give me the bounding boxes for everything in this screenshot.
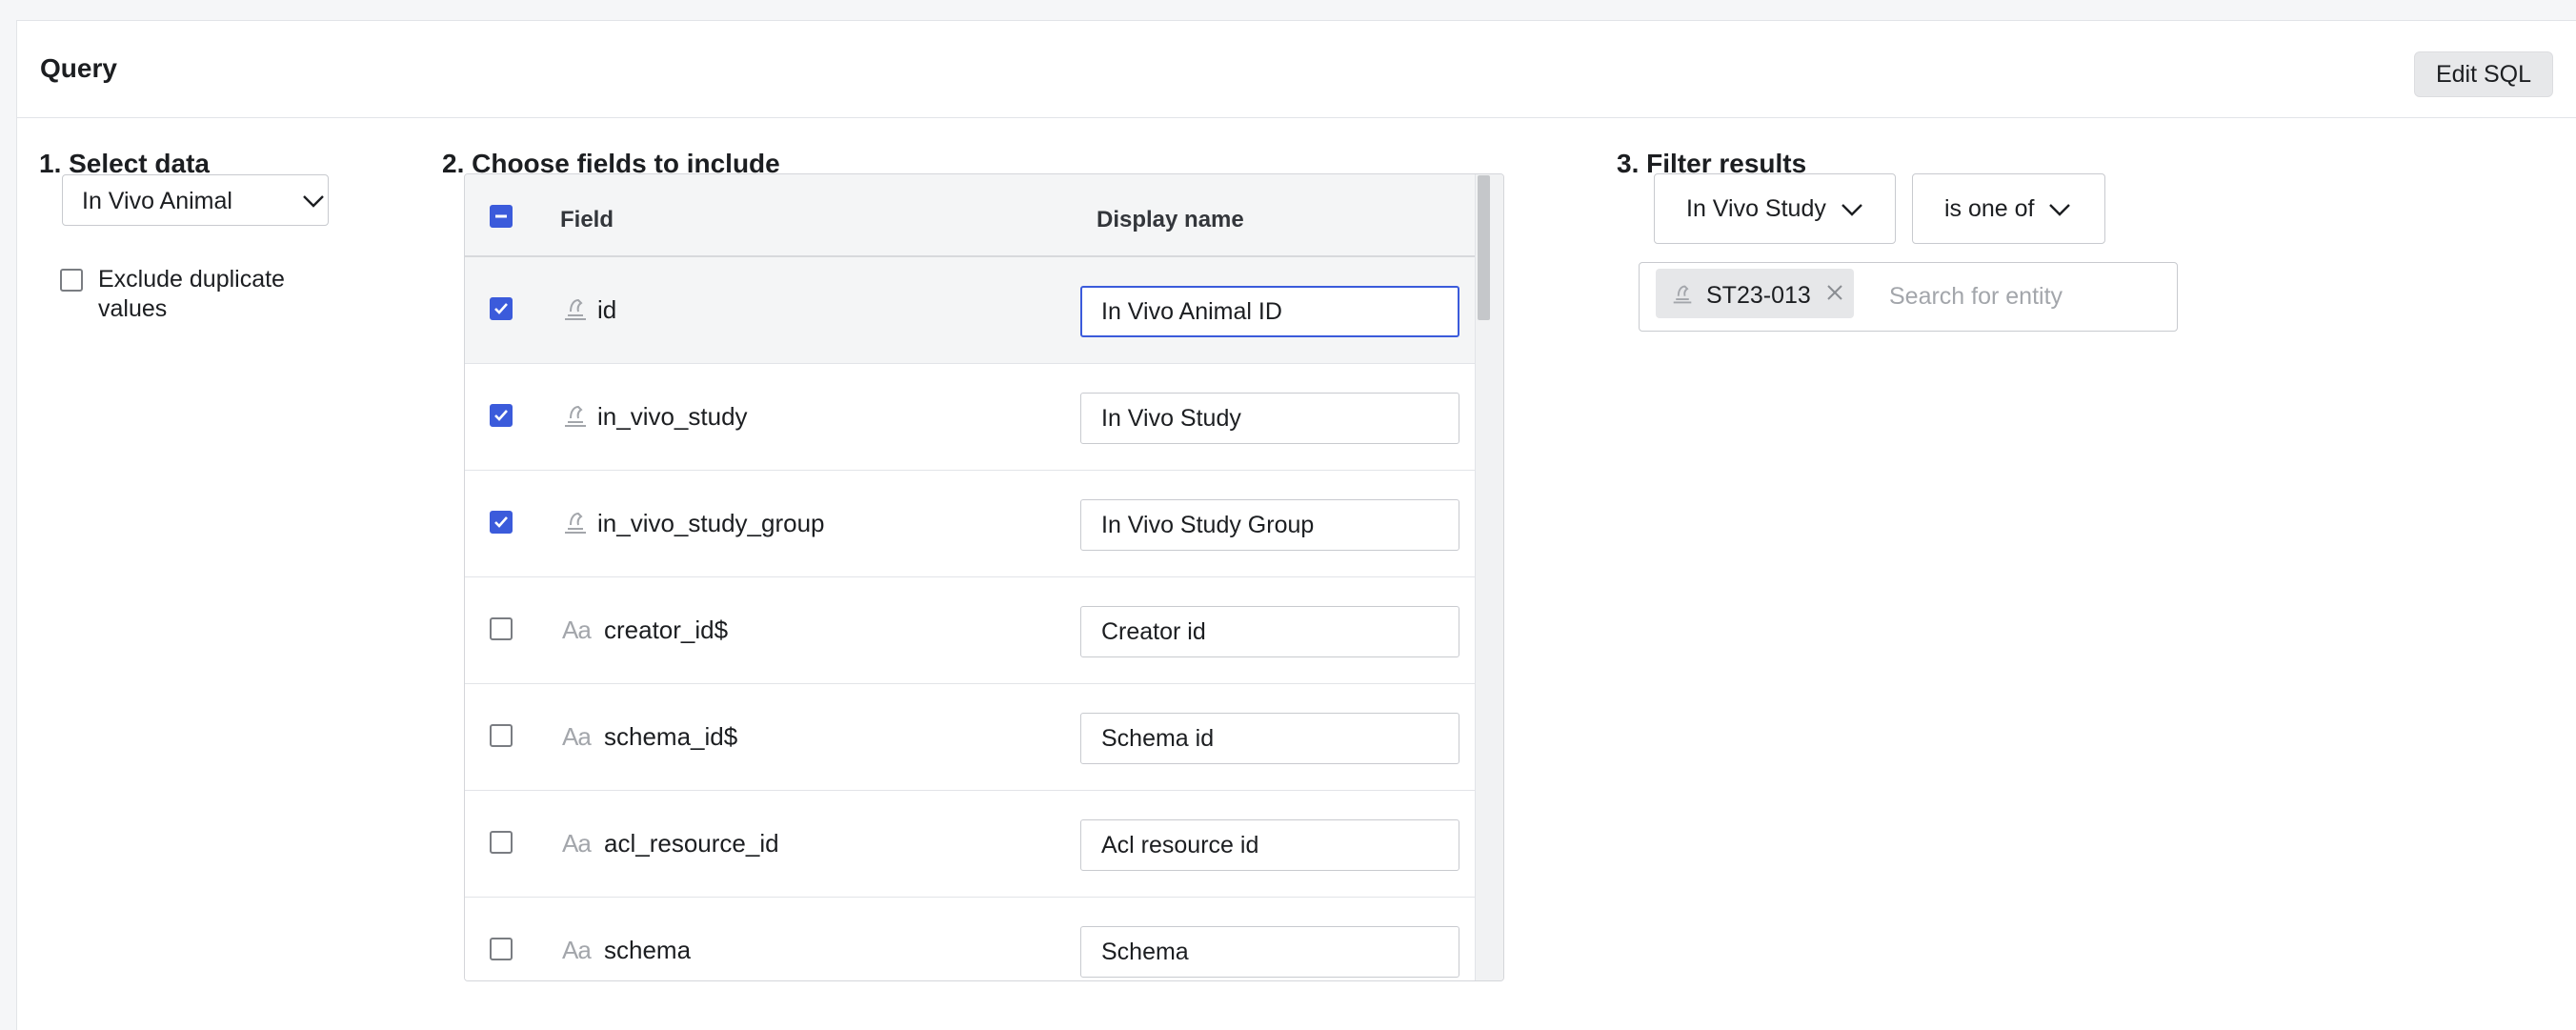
- fields-table-header: Field Display name: [465, 174, 1475, 257]
- exclude-duplicates-label: Exclude duplicate values: [98, 266, 285, 322]
- display-name-input[interactable]: [1080, 286, 1459, 337]
- fields-table: Field Display name id in_vivo_study in_v…: [464, 173, 1504, 981]
- field-checkbox[interactable]: [490, 617, 513, 640]
- display-name-input[interactable]: [1080, 606, 1459, 657]
- entity-filter-field[interactable]: ST23-013: [1639, 262, 2178, 332]
- field-name: creator_id$: [604, 616, 729, 644]
- entity-chip: ST23-013: [1656, 269, 1854, 318]
- field-row-creator-id: Aa creator_id$: [465, 577, 1475, 684]
- entity-search-input[interactable]: [1889, 278, 2165, 314]
- field-row-schema: Aa schema: [465, 898, 1475, 980]
- display-name-input[interactable]: [1080, 393, 1459, 444]
- text-type-icon: Aa: [562, 936, 592, 964]
- data-type-select[interactable]: In Vivo Animal: [62, 174, 329, 226]
- filter-operator-dropdown[interactable]: is one of: [1912, 173, 2105, 244]
- field-checkbox[interactable]: [490, 297, 513, 320]
- field-row-id: id: [465, 257, 1475, 364]
- scrollbar-thumb[interactable]: [1478, 175, 1490, 320]
- display-name-input[interactable]: [1080, 926, 1459, 978]
- text-type-icon: Aa: [562, 616, 592, 644]
- entity-icon: [565, 298, 586, 320]
- display-name-input[interactable]: [1080, 499, 1459, 551]
- page-title: Query: [40, 53, 117, 83]
- field-name: schema: [604, 936, 692, 964]
- exclude-duplicates-checkbox[interactable]: [60, 269, 83, 292]
- field-checkbox[interactable]: [490, 511, 513, 534]
- display-name-input[interactable]: [1080, 713, 1459, 764]
- checkmark-icon: [494, 516, 508, 528]
- field-name: in_vivo_study_group: [597, 509, 825, 537]
- edit-sql-button[interactable]: Edit SQL: [2414, 51, 2553, 97]
- data-type-value: In Vivo Animal: [82, 188, 232, 214]
- checkmark-icon: [494, 303, 508, 314]
- entity-icon: [565, 512, 586, 534]
- filter-operator-value: is one of: [1944, 195, 2035, 222]
- filter-field-value: In Vivo Study: [1686, 195, 1826, 222]
- field-checkbox[interactable]: [490, 831, 513, 854]
- display-name-input[interactable]: [1080, 819, 1459, 871]
- field-name: schema_id$: [604, 722, 738, 751]
- display-name-column-header: Display name: [1097, 207, 1244, 232]
- field-checkbox[interactable]: [490, 724, 513, 747]
- chevron-down-icon: [2049, 204, 2070, 216]
- entity-icon: [565, 405, 586, 427]
- text-type-icon: Aa: [562, 829, 592, 858]
- field-name: acl_resource_id: [604, 829, 779, 858]
- field-row-in-vivo-study: in_vivo_study: [465, 364, 1475, 471]
- field-row-in-vivo-study-group: in_vivo_study_group: [465, 471, 1475, 577]
- query-header: Query Edit SQL: [17, 21, 2576, 118]
- checkmark-icon: [494, 410, 508, 421]
- field-row-acl-resource-id: Aa acl_resource_id: [465, 791, 1475, 898]
- field-row-schema-id: Aa schema_id$: [465, 684, 1475, 791]
- chevron-down-icon: [1841, 204, 1862, 216]
- select-all-checkbox[interactable]: [490, 205, 513, 228]
- field-column-header: Field: [560, 207, 614, 232]
- field-checkbox[interactable]: [490, 404, 513, 427]
- remove-chip-icon[interactable]: [1825, 283, 1844, 302]
- chevron-down-icon: [303, 195, 324, 208]
- field-checkbox[interactable]: [490, 938, 513, 960]
- entity-chip-label: ST23-013: [1706, 282, 1811, 309]
- entity-icon: [1673, 285, 1692, 304]
- field-name: in_vivo_study: [597, 402, 748, 431]
- filter-field-dropdown[interactable]: In Vivo Study: [1654, 173, 1896, 244]
- table-scrollbar[interactable]: [1475, 174, 1503, 980]
- field-name: id: [597, 295, 617, 324]
- text-type-icon: Aa: [562, 722, 592, 751]
- minus-icon: [495, 214, 507, 218]
